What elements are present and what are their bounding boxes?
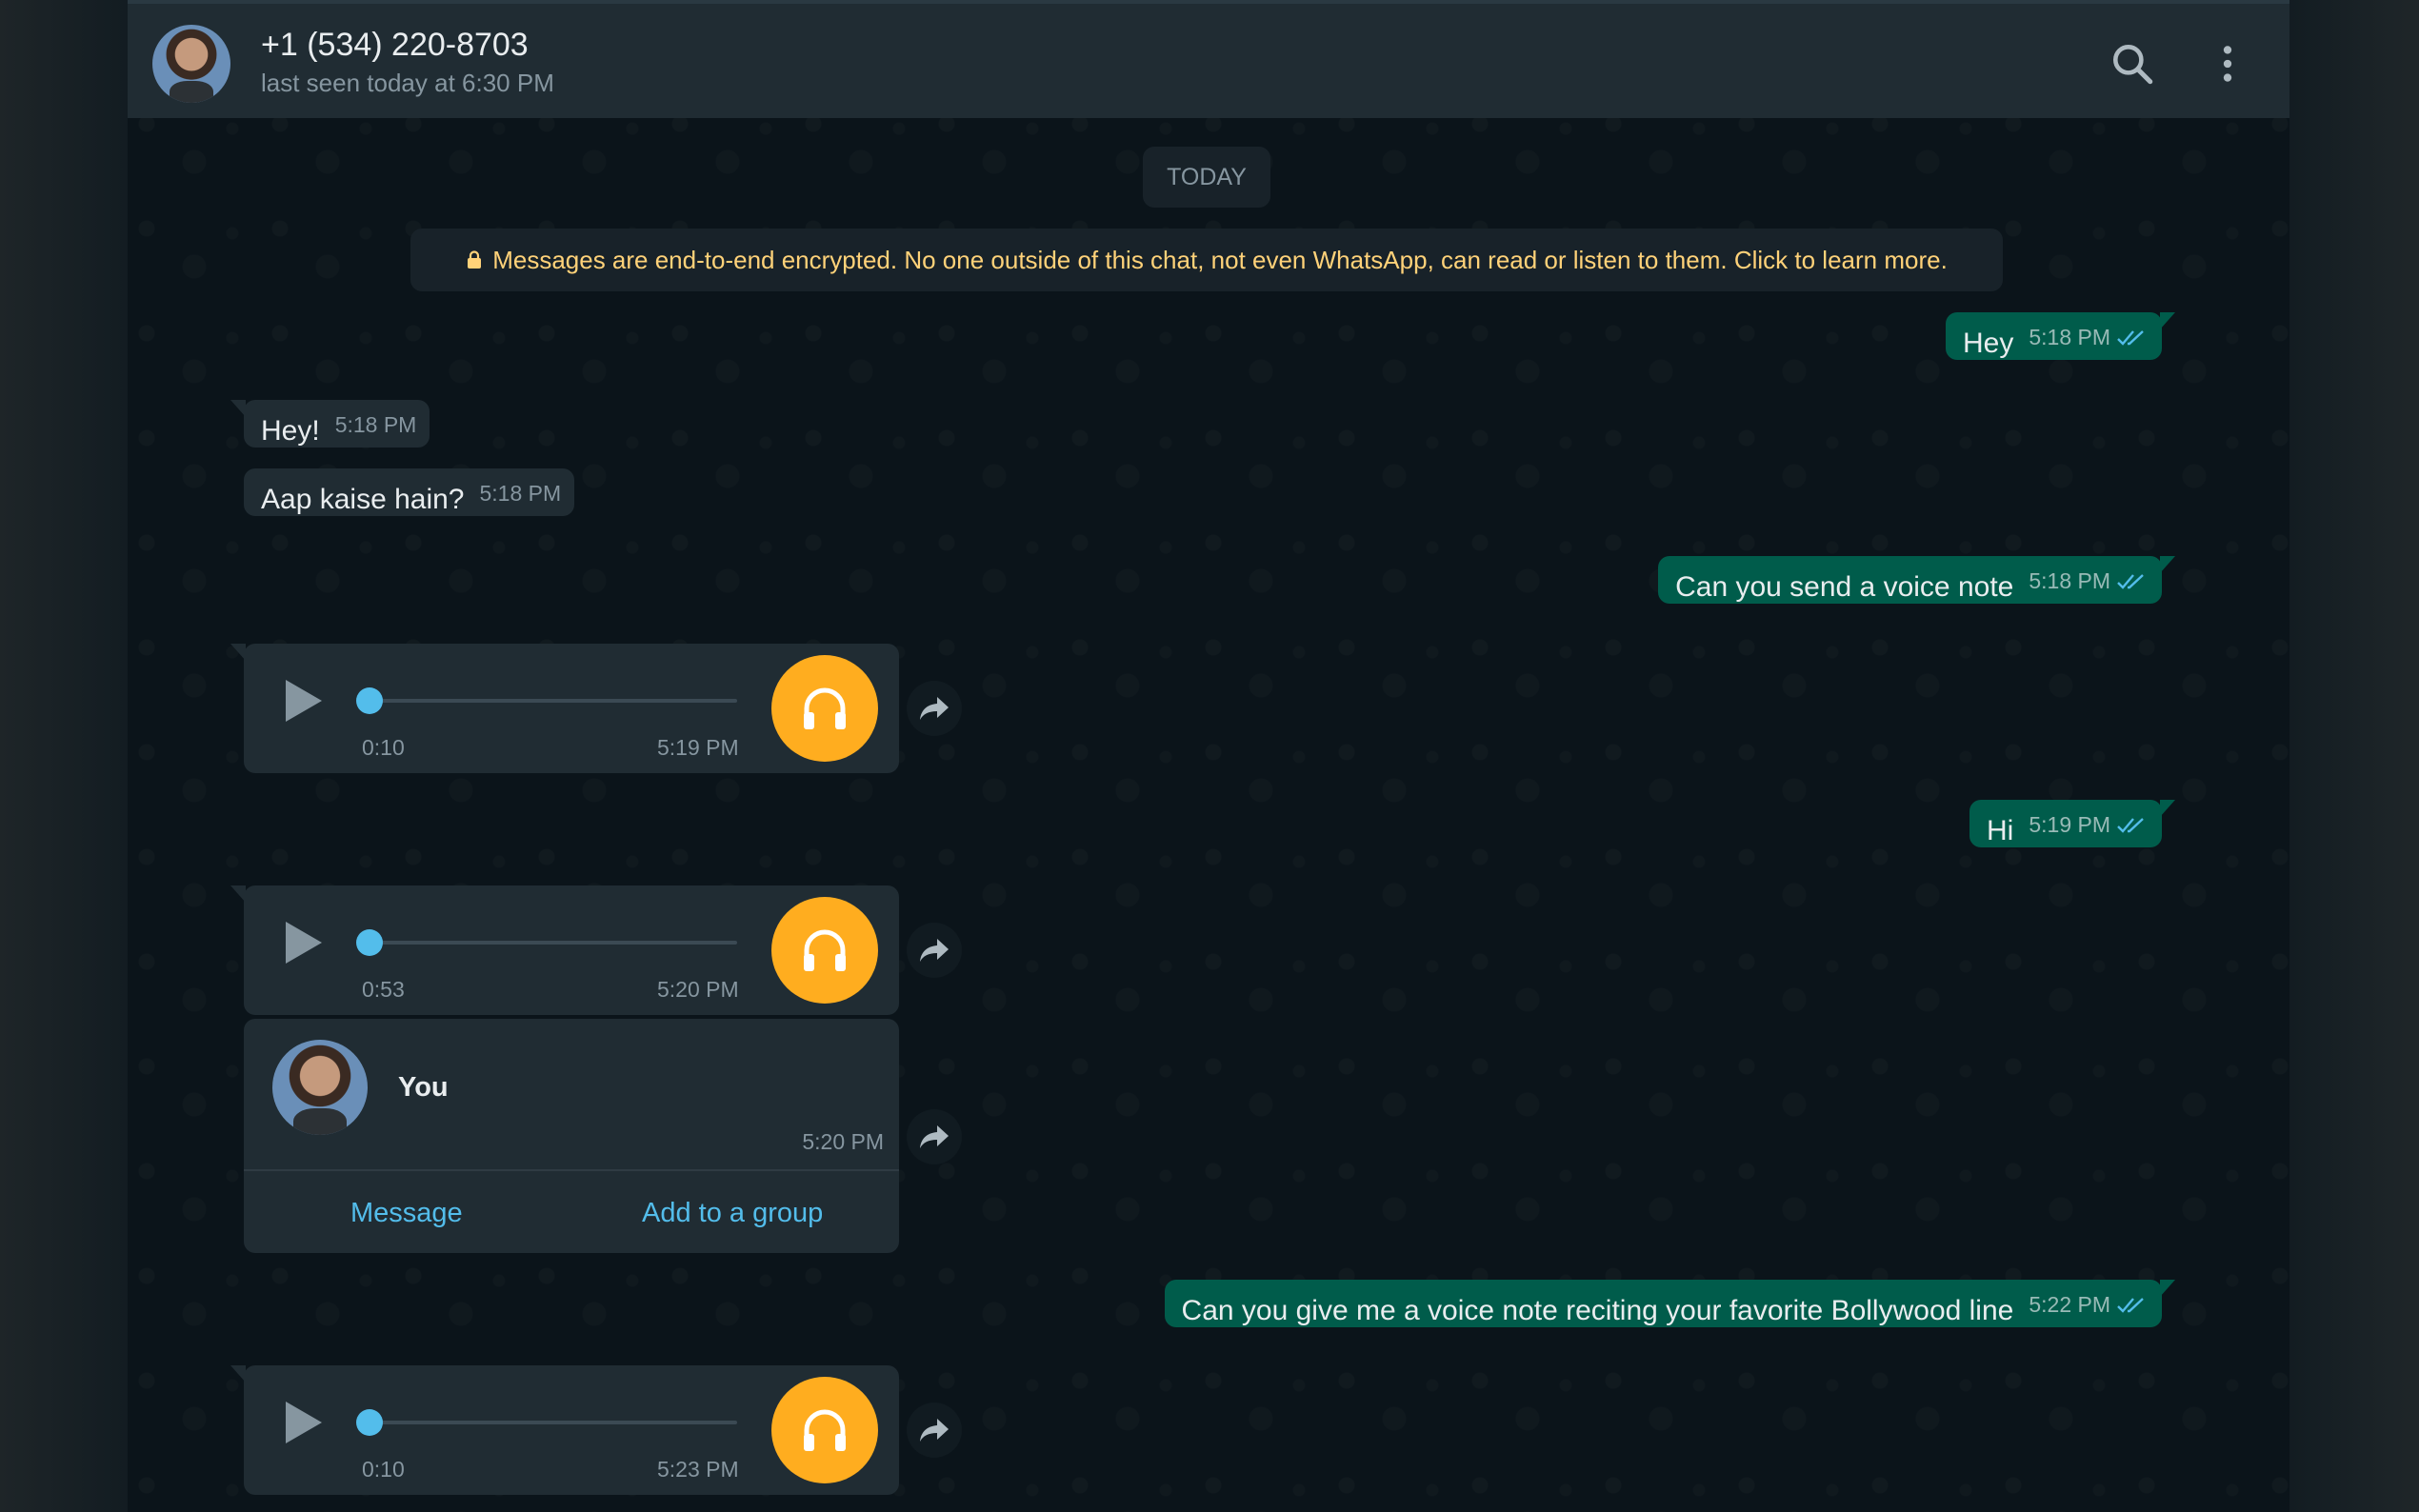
lock-icon [468,250,482,269]
contact-avatar[interactable] [152,25,230,103]
forward-button[interactable] [907,681,962,736]
message-time: 5:18 PM [2029,568,2110,593]
message-time: 5:18 PM [2029,325,2110,349]
read-ticks-icon [2117,1297,2144,1313]
read-ticks-icon [2117,817,2144,833]
message-text: Hi [1987,815,2014,846]
date-chip: TODAY [1143,147,1270,208]
encryption-notice[interactable]: Messages are end-to-end encrypted. No on… [410,229,2003,291]
chat-header[interactable]: +1 (534) 220-8703 last seen today at 6:3… [128,0,2289,118]
outgoing-message[interactable]: Hey 5:18 PM [1945,312,2176,360]
voice-message[interactable]: 0:10 5:23 PM [230,1365,899,1495]
message-time: 5:19 PM [2029,812,2110,837]
voice-duration: 0:10 [362,735,405,760]
message-text: Hey! [261,415,320,447]
message-list[interactable]: TODAY Messages are end-to-end encrypted.… [128,118,2289,1512]
incoming-message[interactable]: Hey! 5:18 PM [230,400,430,448]
read-ticks-icon [2117,329,2144,346]
voice-progress-handle[interactable] [356,687,383,714]
voice-message[interactable]: 0:53 5:20 PM [230,885,899,1015]
voice-message[interactable]: 0:10 5:19 PM [230,644,899,773]
voice-progress-track[interactable] [362,1421,737,1424]
forward-icon [920,1125,949,1148]
voice-progress-track[interactable] [362,699,737,703]
headphones-icon [804,1409,846,1451]
chat-window: +1 (534) 220-8703 last seen today at 6:3… [128,0,2289,1512]
contact-card[interactable]: You 5:20 PM Message Add to a group [244,1019,899,1253]
outgoing-message[interactable]: Can you give me a voice note reciting yo… [1164,1280,2176,1327]
forward-icon [920,939,949,962]
voice-badge [771,1377,878,1483]
headphones-icon [804,687,846,729]
forward-button[interactable] [907,1109,962,1164]
voice-duration: 0:10 [362,1457,405,1482]
outgoing-message[interactable]: Can you send a voice note 5:18 PM [1658,556,2175,604]
message-time: 5:18 PM [479,481,562,506]
message-time: 5:19 PM [657,735,739,760]
read-ticks-icon [2117,573,2144,589]
forward-icon [920,1419,949,1442]
message-text: Hey [1962,328,2014,359]
play-icon[interactable] [282,1400,324,1445]
voice-progress-track[interactable] [362,941,737,945]
headphones-icon [804,929,846,971]
voice-duration: 0:53 [362,977,405,1002]
card-divider [244,1169,899,1171]
voice-progress-handle[interactable] [356,929,383,956]
search-icon[interactable] [2109,40,2156,88]
forward-button[interactable] [907,923,962,978]
play-icon[interactable] [282,678,324,724]
voice-badge [771,897,878,1004]
encryption-notice-text: Messages are end-to-end encrypted. No on… [492,245,1948,274]
more-vertical-icon[interactable] [2204,40,2251,88]
contact-name[interactable]: +1 (534) 220-8703 [261,27,529,64]
forward-button[interactable] [907,1403,962,1458]
message-text: Can you give me a voice note reciting yo… [1181,1295,2014,1326]
contact-last-seen: last seen today at 6:30 PM [261,69,554,97]
message-text: Aap kaise hain? [261,484,465,515]
shared-contact-name: You [398,1072,449,1103]
play-icon[interactable] [282,920,324,965]
message-time: 5:18 PM [334,412,417,437]
message-time: 5:23 PM [657,1457,739,1482]
message-time: 5:20 PM [802,1129,884,1154]
message-contact-button[interactable]: Message [350,1198,463,1229]
incoming-message[interactable]: Aap kaise hain? 5:18 PM [244,468,575,516]
message-time: 5:20 PM [657,977,739,1002]
forward-icon [920,697,949,720]
voice-badge [771,655,878,762]
outgoing-message[interactable]: Hi 5:19 PM [1969,800,2175,847]
voice-progress-handle[interactable] [356,1409,383,1436]
add-to-group-button[interactable]: Add to a group [642,1198,823,1229]
message-time: 5:22 PM [2029,1292,2110,1317]
message-text: Can you send a voice note [1675,571,2014,603]
shared-contact-avatar [272,1040,368,1135]
